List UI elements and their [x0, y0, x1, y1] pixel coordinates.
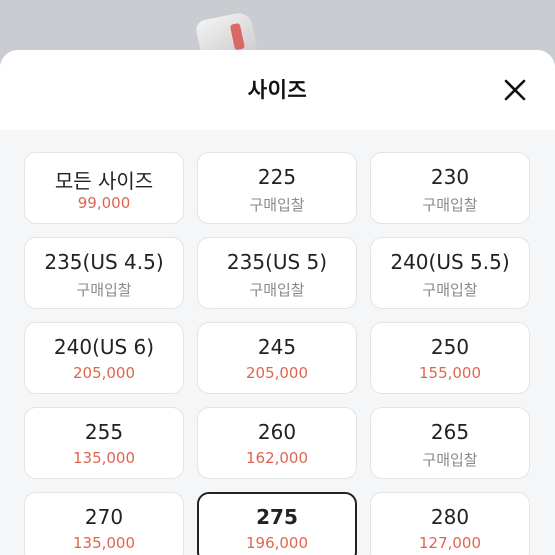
size-option-bid-label: 구매입찰	[249, 196, 305, 214]
close-button[interactable]	[497, 72, 533, 108]
size-option[interactable]: 235(US 4.5) 구매입찰	[24, 237, 184, 309]
size-option-price: 135,000	[72, 449, 136, 467]
size-option[interactable]: 235(US 5) 구매입찰	[197, 237, 357, 309]
size-option-label: 230	[430, 165, 470, 189]
size-option-price: 155,000	[418, 364, 482, 382]
sheet-body: 모든 사이즈 99,000 225 구매입찰 230 구매입찰 235(US 4.5) 구매입…	[0, 130, 555, 555]
size-option-bid-label: 구매입찰	[249, 281, 305, 299]
size-option-bid-label: 구매입찰	[422, 196, 478, 214]
size-option-bid-label: 구매입찰	[422, 281, 478, 299]
size-option[interactable]: 240(US 5.5) 구매입찰	[370, 237, 530, 309]
size-option-label: 245	[257, 335, 297, 359]
sheet-header: 사이즈	[0, 50, 555, 130]
size-option-bid-label: 구매입찰	[422, 451, 478, 469]
size-option-price: 205,000	[72, 364, 136, 382]
size-option[interactable]: 240(US 6) 205,000	[24, 322, 184, 394]
size-option-label: 270	[84, 505, 124, 529]
size-option-label: 235(US 4.5)	[44, 250, 164, 274]
size-option[interactable]: 모든 사이즈 99,000	[24, 152, 184, 224]
size-option[interactable]: 260 162,000	[197, 407, 357, 479]
size-option-selected[interactable]: 275 196,000	[197, 492, 357, 555]
size-option-price: 205,000	[245, 364, 309, 382]
sheet-title: 사이즈	[247, 78, 308, 102]
size-option-label: 모든 사이즈	[54, 169, 154, 193]
size-option-label: 275	[256, 505, 298, 529]
size-option-price: 135,000	[72, 534, 136, 552]
size-option[interactable]: 230 구매입찰	[370, 152, 530, 224]
size-option-label: 280	[430, 505, 470, 529]
size-option[interactable]: 255 135,000	[24, 407, 184, 479]
size-option[interactable]: 245 205,000	[197, 322, 357, 394]
size-option-price: 127,000	[418, 534, 482, 552]
size-bottom-sheet: 사이즈 모든 사이즈 99,000 225 구매입찰 230 구매입찰 235(US 4.5…	[0, 50, 555, 555]
size-option-price: 99,000	[77, 194, 131, 212]
size-option-price: 162,000	[245, 449, 309, 467]
size-option-label: 255	[84, 420, 124, 444]
size-option[interactable]: 270 135,000	[24, 492, 184, 555]
size-option[interactable]: 265 구매입찰	[370, 407, 530, 479]
size-option-price: 196,000	[245, 534, 309, 552]
size-option-label: 250	[430, 335, 470, 359]
close-icon	[504, 79, 526, 101]
size-option-label: 265	[430, 420, 470, 444]
size-option-label: 235(US 5)	[226, 250, 328, 274]
size-option[interactable]: 280 127,000	[370, 492, 530, 555]
size-option[interactable]: 225 구매입찰	[197, 152, 357, 224]
size-option-label: 260	[257, 420, 297, 444]
size-option-bid-label: 구매입찰	[76, 281, 132, 299]
size-option-label: 225	[257, 165, 297, 189]
size-option-label: 240(US 5.5)	[390, 250, 510, 274]
size-option[interactable]: 250 155,000	[370, 322, 530, 394]
size-option-label: 240(US 6)	[53, 335, 155, 359]
